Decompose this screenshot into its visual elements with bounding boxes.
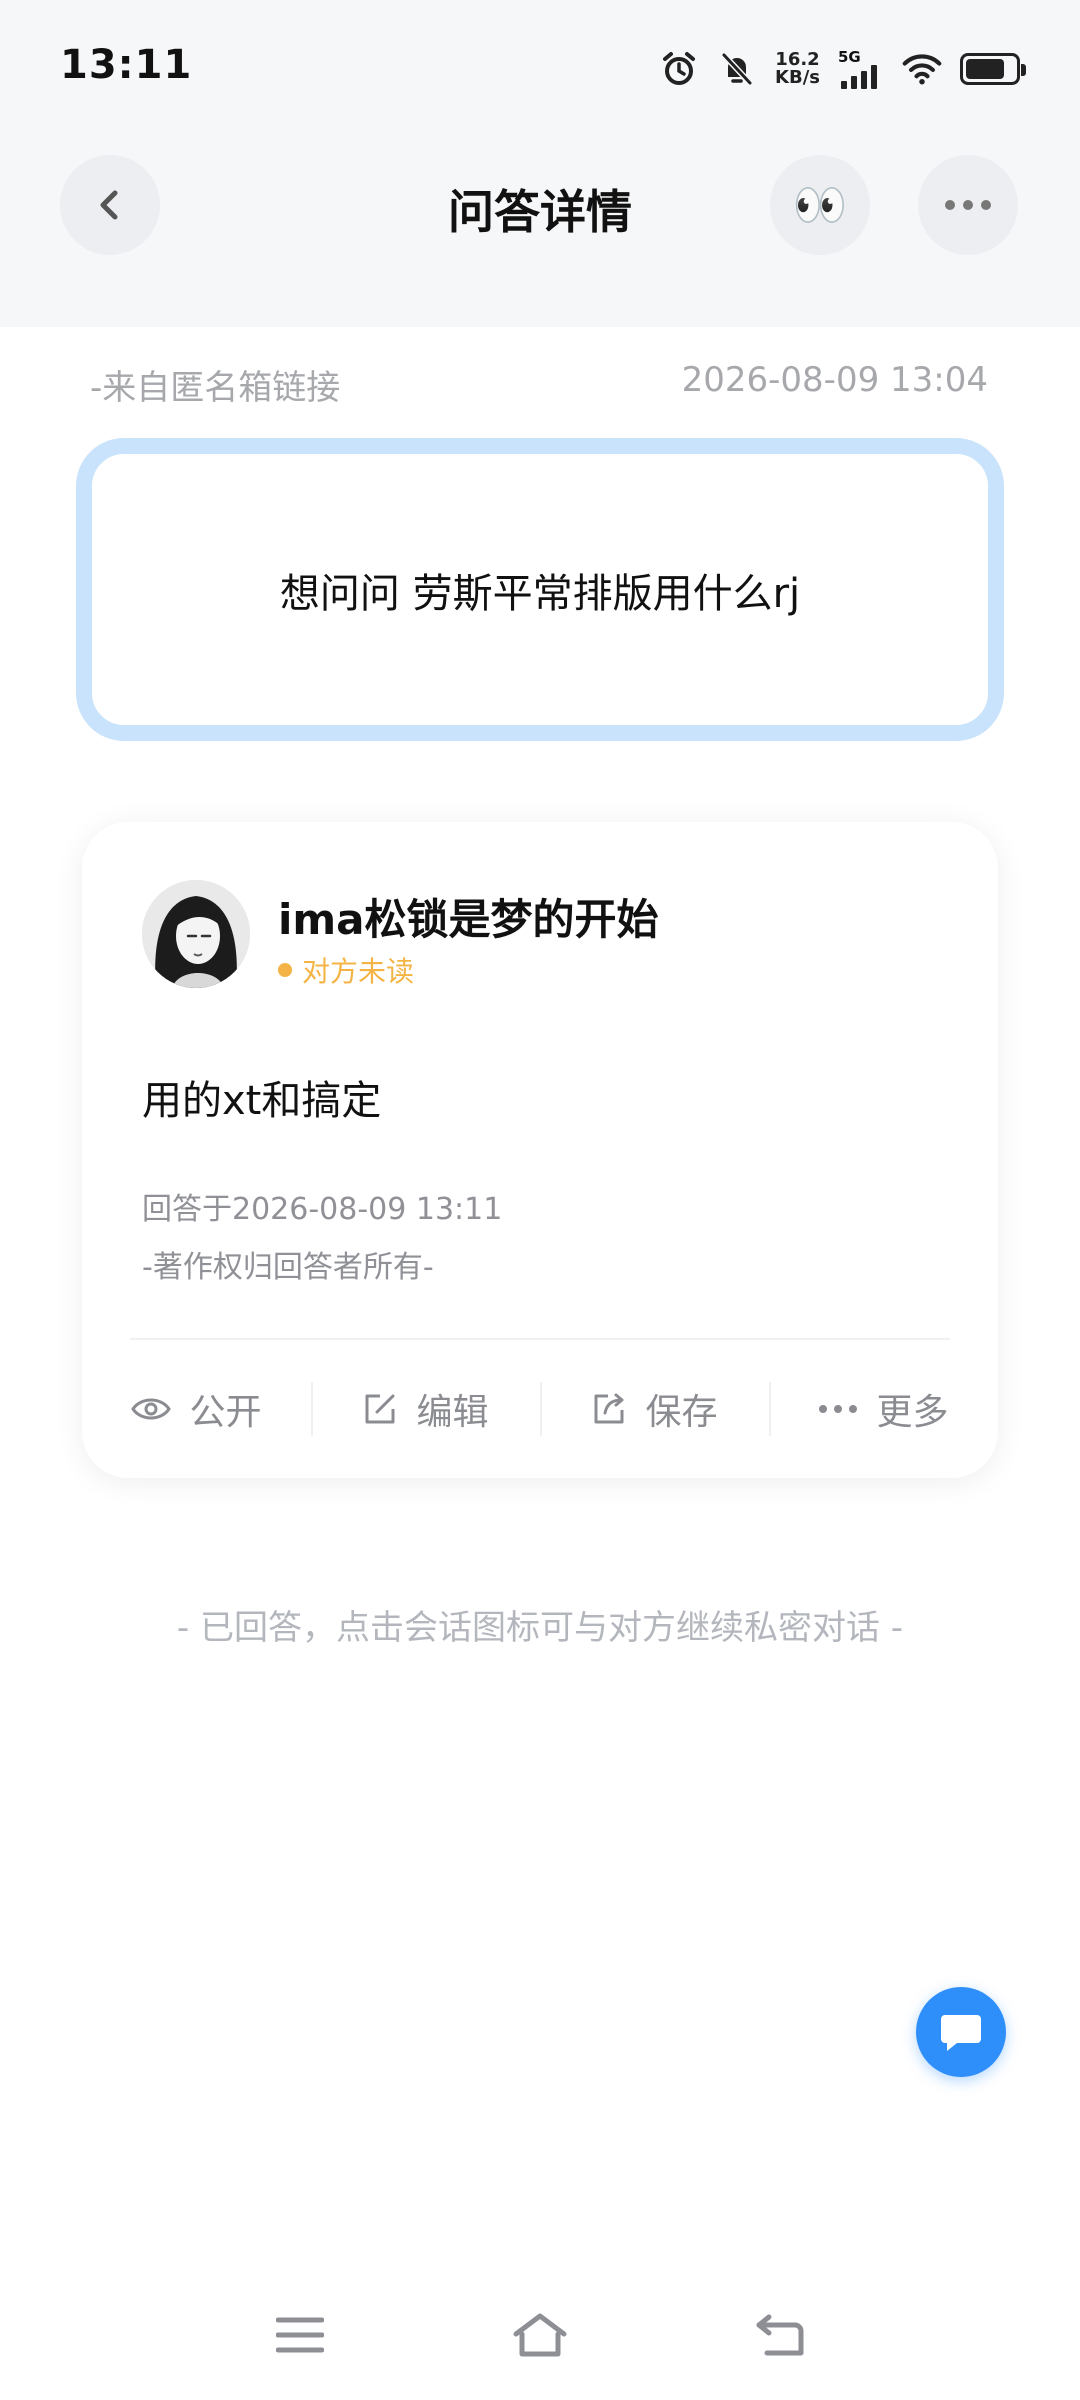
status-dot-icon (278, 963, 292, 977)
more-dots-icon (819, 1405, 858, 1413)
more-dots-icon (945, 200, 991, 210)
mute-bell-icon (717, 49, 757, 89)
save-button[interactable]: 保存 (540, 1340, 769, 1478)
chat-bubble-icon (941, 2015, 981, 2051)
eyes-icon: 👀 (792, 180, 848, 231)
menu-icon (276, 2317, 324, 2353)
back-icon (756, 2314, 804, 2356)
read-status: 对方未读 (278, 950, 414, 990)
status-icons: 16.2 KB/s 5G (659, 44, 1026, 94)
answer-text: 用的xt和搞定 (142, 1078, 382, 1124)
network-type: 5G (838, 47, 861, 66)
system-back-button[interactable] (740, 2300, 820, 2370)
header-area: 13:11 16.2 KB/s 5G 问答详情 👀 (0, 0, 1080, 327)
edit-button[interactable]: 编辑 (311, 1340, 540, 1478)
question-source: -来自匿名箱链接 (90, 368, 341, 408)
question-text: 想问问 劳斯平常排版用什么rj (279, 570, 801, 617)
eye-icon (131, 1398, 172, 1420)
system-nav-bar (0, 2290, 1080, 2380)
share-export-icon (594, 1393, 624, 1424)
system-menu-button[interactable] (260, 2300, 340, 2370)
net-speed: 16.2 KB/s (775, 51, 820, 87)
avatar[interactable] (142, 880, 250, 988)
home-icon (513, 2313, 567, 2357)
more-label: 更多 (876, 1392, 949, 1433)
read-status-label: 对方未读 (302, 955, 415, 988)
chat-button[interactable] (916, 1987, 1006, 2077)
footer-hint: - 已回答，点击会话图标可与对方继续私密对话 - (176, 1608, 904, 1648)
system-home-button[interactable] (500, 2300, 580, 2370)
save-label: 保存 (645, 1392, 718, 1433)
answer-card: ima松锁是梦的开始 对方未读 用的xt和搞定 回答于2026-08-09 13… (82, 822, 998, 1478)
edit-label: 编辑 (416, 1392, 489, 1433)
edit-icon (365, 1394, 395, 1424)
public-button[interactable]: 公开 (82, 1340, 311, 1478)
battery-icon (960, 53, 1026, 85)
question-card: 想问问 劳斯平常排版用什么rj (76, 438, 1004, 741)
status-time: 13:11 (60, 42, 193, 88)
answered-time: 回答于2026-08-09 13:11 (142, 1192, 503, 1227)
question-time: 2026-08-09 13:04 (681, 360, 988, 400)
answer-actions: 公开 编辑 保存 更多 (82, 1340, 998, 1478)
alarm-icon (659, 49, 699, 89)
eyes-button[interactable]: 👀 (770, 155, 870, 255)
net-speed-unit: KB/s (775, 67, 820, 88)
more-button[interactable] (918, 155, 1018, 255)
author-name[interactable]: ima松锁是梦的开始 (278, 886, 659, 947)
more-actions-button[interactable]: 更多 (769, 1340, 998, 1478)
wifi-icon (902, 49, 942, 89)
copyright-notice: -著作权归回答者所有- (142, 1250, 434, 1285)
public-label: 公开 (189, 1392, 262, 1433)
signal-icon: 5G (838, 49, 884, 89)
